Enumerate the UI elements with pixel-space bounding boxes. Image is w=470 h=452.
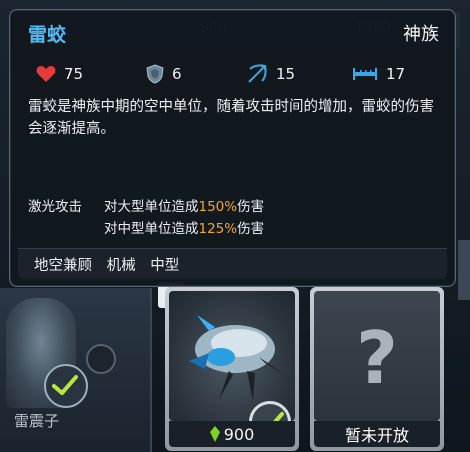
unit-tags-bar: 地空兼顾 机械 中型: [18, 248, 447, 279]
stat-range: 17: [352, 62, 405, 86]
locked-label: 暂未开放: [344, 426, 409, 445]
bonus-suffix: 伤害: [237, 221, 265, 237]
unit-tag: 地空兼顾: [34, 258, 92, 274]
unit-title: 雷蛟: [28, 24, 67, 46]
unit-tag: 机械: [106, 258, 136, 274]
unit-description: 雷蛟是神族中期的空中单位，随着攻击时间的增加，雷蛟的伤害会逐渐提高。: [28, 99, 434, 137]
attack-value: 15: [276, 65, 296, 83]
stat-hp: 75: [36, 62, 83, 86]
check-icon: [44, 364, 88, 408]
unit-stats: 75 6 15 17: [36, 62, 456, 86]
bonus-prefix: 对中型单位造成: [104, 221, 199, 237]
card-cost: 900: [223, 424, 255, 444]
unit-card-locked[interactable]: ? 暂未开放: [310, 287, 444, 451]
bonus-suffix: 伤害: [237, 199, 265, 215]
shield-icon: [146, 64, 164, 84]
unit-name: 雷震子: [14, 412, 60, 430]
stat-attack: 15: [246, 62, 295, 86]
bonus-value: 150%: [198, 199, 238, 215]
crystal-icon: [209, 426, 220, 442]
attack-bonus-row: 激光攻击 对大型单位造成150%伤害: [28, 196, 264, 218]
heart-icon: [36, 66, 56, 82]
bow-attack-icon: [248, 64, 267, 83]
range-value: 17: [386, 65, 406, 83]
ruler-range-icon: [353, 68, 377, 80]
unit-card-selected[interactable]: 900: [165, 287, 299, 451]
unit-info-tooltip: 雷蛟 神族 75 6 15 17 雷蛟是神族中期的空中单位，随着攻击时间的增加，…: [9, 9, 456, 287]
hp-value: 75: [64, 65, 84, 83]
bonus-prefix: 对大型单位造成: [104, 199, 199, 215]
attack-bonus-row: 对中型单位造成125%伤害: [28, 218, 264, 240]
attack-type-label: 激光攻击: [28, 199, 82, 215]
panel-edge: [458, 240, 470, 300]
armor-value: 6: [172, 65, 182, 83]
question-mark-icon: ?: [356, 316, 398, 400]
card-status-bar: 暂未开放: [314, 421, 440, 447]
unit-tag: 中型: [150, 258, 180, 274]
unit-faction: 神族: [403, 24, 439, 45]
attack-bonus-block: 激光攻击 对大型单位造成150%伤害 对中型单位造成125%伤害: [28, 196, 264, 240]
bonus-value: 125%: [198, 221, 238, 237]
unit-card-left[interactable]: 雷震子: [0, 288, 152, 452]
unit-tags: 地空兼顾 机械 中型: [34, 254, 189, 275]
user-icon: [86, 344, 116, 374]
dragon-unit-icon: [189, 315, 285, 401]
locked-slot: ?: [314, 291, 440, 421]
card-cost-bar: 900: [169, 421, 295, 447]
stat-armor: 6: [146, 62, 182, 86]
